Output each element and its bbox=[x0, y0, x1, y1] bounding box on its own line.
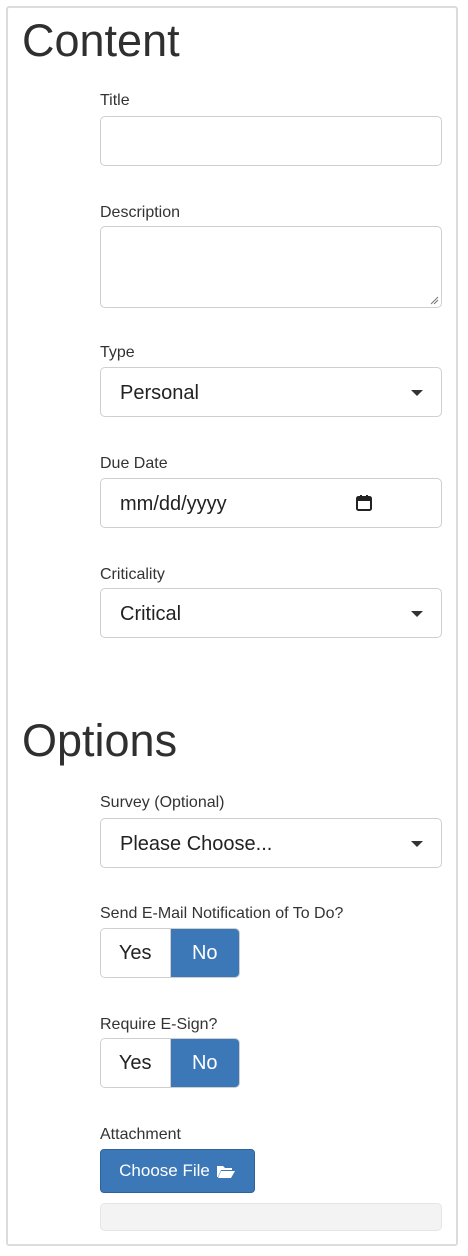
chevron-down-icon bbox=[411, 841, 423, 847]
options-heading: Options bbox=[22, 715, 178, 766]
folder-open-icon bbox=[216, 1166, 235, 1178]
choose-file-button[interactable]: Choose File bbox=[100, 1149, 255, 1193]
content-heading: Content bbox=[22, 15, 180, 66]
due-date-label: Due Date bbox=[100, 455, 168, 472]
esign-yes-button[interactable]: Yes bbox=[101, 1039, 171, 1087]
chevron-down-icon bbox=[411, 390, 423, 396]
esign-no-button[interactable]: No bbox=[170, 1039, 239, 1087]
title-input[interactable] bbox=[100, 116, 442, 166]
type-label: Type bbox=[100, 344, 135, 361]
email-notification-label: Send E-Mail Notification of To Do? bbox=[100, 905, 344, 922]
email-notification-yes-button[interactable]: Yes bbox=[101, 929, 171, 977]
email-notification-no-button[interactable]: No bbox=[170, 929, 239, 977]
attachment-label: Attachment bbox=[100, 1126, 181, 1143]
type-selected-value: Personal bbox=[120, 382, 199, 404]
type-select[interactable]: Personal bbox=[100, 367, 442, 417]
choose-file-label: Choose File bbox=[119, 1161, 210, 1180]
survey-label: Survey (Optional) bbox=[100, 794, 225, 811]
resize-grip-icon[interactable] bbox=[429, 295, 439, 305]
criticality-select[interactable]: Critical bbox=[100, 588, 442, 638]
survey-select[interactable]: Please Choose... bbox=[100, 818, 442, 868]
description-textarea[interactable] bbox=[100, 226, 442, 308]
email-notification-toggle: Yes No bbox=[100, 928, 240, 978]
chevron-down-icon bbox=[411, 611, 423, 617]
criticality-selected-value: Critical bbox=[120, 603, 182, 625]
survey-selected-value: Please Choose... bbox=[120, 833, 273, 855]
criticality-label: Criticality bbox=[100, 566, 165, 583]
due-date-placeholder: mm/dd/yyyy bbox=[120, 493, 227, 515]
calendar-icon[interactable] bbox=[355, 494, 373, 512]
due-date-input[interactable]: mm/dd/yyyy bbox=[100, 478, 442, 528]
upload-progress-bar bbox=[100, 1203, 442, 1231]
esign-label: Require E-Sign? bbox=[100, 1016, 218, 1033]
esign-toggle: Yes No bbox=[100, 1038, 240, 1088]
description-label: Description bbox=[100, 204, 181, 221]
title-label: Title bbox=[100, 92, 130, 109]
